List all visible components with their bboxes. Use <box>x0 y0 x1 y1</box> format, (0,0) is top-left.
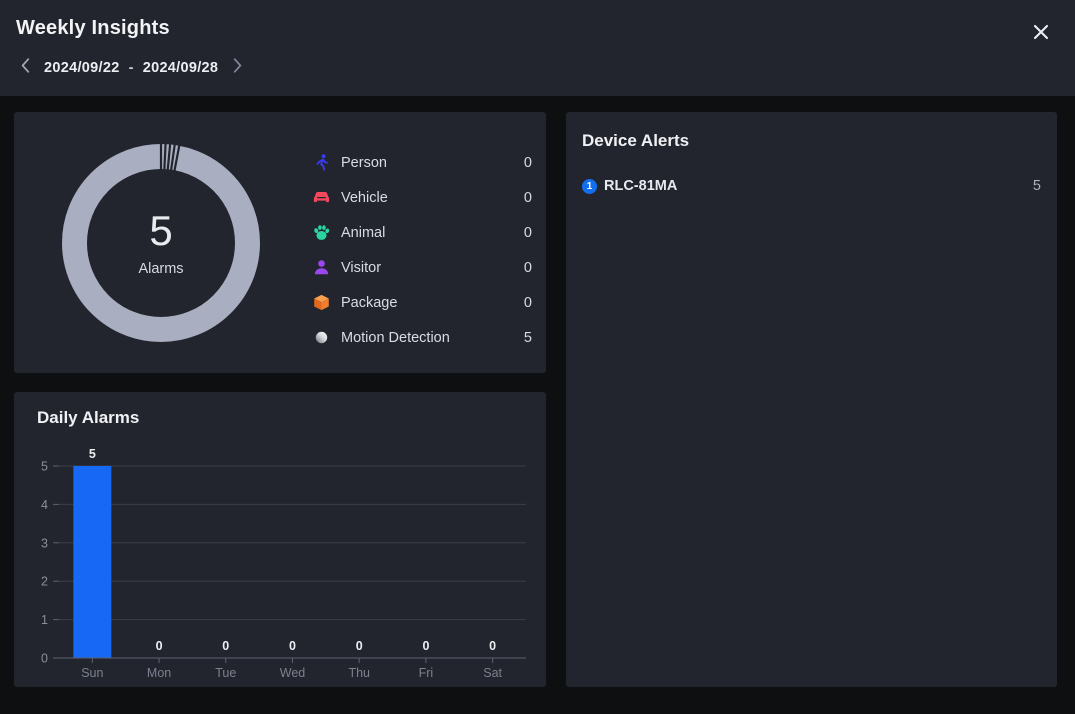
chart-gridlines <box>59 465 526 621</box>
svg-text:Wed: Wed <box>280 666 306 680</box>
svg-text:Mon: Mon <box>147 666 171 680</box>
svg-text:5: 5 <box>41 460 48 474</box>
legend-value: 0 <box>523 294 532 311</box>
legend-item-motion-detection[interactable]: Motion Detection 5 <box>310 320 532 355</box>
legend-item-person[interactable]: Person 0 <box>310 145 532 180</box>
svg-text:Sun: Sun <box>81 666 103 680</box>
chart-bars <box>73 466 112 658</box>
device-alerts-panel: Device Alerts 1 RLC-81MA 5 <box>566 112 1057 687</box>
page-title: Weekly Insights <box>16 17 170 39</box>
chart-y-tick-marks <box>53 465 59 659</box>
date-range-end: 2024/09/28 <box>142 60 219 76</box>
legend-label: Vehicle <box>341 189 388 206</box>
legend-value: 0 <box>523 224 532 241</box>
daily-alarms-panel: Daily Alarms 012345 5000000 Sun Mon Tue Wed… <box>14 392 546 687</box>
device-name-label: RLC-81MA <box>604 178 678 194</box>
svg-text:1: 1 <box>41 613 48 627</box>
svg-text:5: 5 <box>89 447 96 461</box>
motion-icon <box>310 327 332 349</box>
chart-bar-value-labels: 5 0 0 0 0 0 0 <box>89 447 496 653</box>
legend-label: Motion Detection <box>341 329 450 346</box>
legend-value: 0 <box>523 189 532 206</box>
device-alerts-title: Device Alerts <box>582 131 690 150</box>
svg-text:Fri: Fri <box>419 666 434 680</box>
donut-segment-motion-detection <box>62 144 260 342</box>
svg-text:0: 0 <box>289 639 296 653</box>
legend-label: Person <box>341 154 387 171</box>
next-week-button[interactable] <box>226 55 248 81</box>
svg-text:Sat: Sat <box>483 666 502 680</box>
daily-alarms-chart-svg: 0 1 2 3 4 5 5 0 0 0 0 0 0 Sun Mon Tue Wed Thu Fri Sat <box>41 447 526 680</box>
svg-text:2: 2 <box>41 575 48 589</box>
alarm-donut-chart[interactable]: 5 Alarms <box>48 130 274 356</box>
close-button[interactable] <box>1025 16 1057 48</box>
device-rank-badge: 1 <box>582 178 597 194</box>
alarm-type-legend: Person 0 Vehicle 0 Animal 0 Visitor 0 Pa… <box>310 145 532 355</box>
vehicle-icon <box>310 187 332 209</box>
animal-icon <box>310 222 332 244</box>
date-range-label[interactable]: 2024/09/22 - 2024/09/28 <box>36 60 226 76</box>
svg-text:0: 0 <box>356 639 363 653</box>
legend-item-visitor[interactable]: Visitor 0 <box>310 250 532 285</box>
alarm-overview-panel: 5 Alarms Person 0 Vehicle 0 Animal 0 Vis… <box>14 112 546 373</box>
close-icon <box>1031 22 1051 42</box>
legend-value: 5 <box>523 329 532 346</box>
svg-text:0: 0 <box>422 639 429 653</box>
svg-text:Thu: Thu <box>348 666 370 680</box>
chevron-left-icon <box>21 58 30 78</box>
legend-label: Animal <box>341 224 386 241</box>
chart-x-tick-labels: Sun Mon Tue Wed Thu Fri Sat <box>81 666 502 680</box>
date-range-start: 2024/09/22 <box>44 60 120 76</box>
legend-value: 0 <box>523 259 532 276</box>
legend-value: 0 <box>523 154 532 171</box>
legend-item-package[interactable]: Package 0 <box>310 285 532 320</box>
svg-text:0: 0 <box>156 639 163 653</box>
chart-x-tick-marks <box>91 658 494 663</box>
legend-item-vehicle[interactable]: Vehicle 0 <box>310 180 532 215</box>
svg-text:0: 0 <box>222 639 229 653</box>
device-alert-count: 5 <box>1032 178 1041 194</box>
chart-y-tick-labels: 0 1 2 3 4 5 <box>41 460 48 666</box>
donut-chart-svg <box>62 143 260 342</box>
date-range-navigator: 2024/09/22 - 2024/09/28 <box>14 55 248 81</box>
chevron-right-icon <box>233 58 242 78</box>
svg-text:Tue: Tue <box>215 666 236 680</box>
package-icon <box>310 292 332 314</box>
svg-text:0: 0 <box>41 652 48 666</box>
svg-text:0: 0 <box>489 639 496 653</box>
legend-label: Visitor <box>341 259 382 276</box>
device-alerts-list: 1 RLC-81MA 5 <box>582 172 1041 200</box>
device-alert-row[interactable]: 1 RLC-81MA 5 <box>582 172 1041 200</box>
person-icon <box>310 152 332 174</box>
daily-alarms-chart[interactable]: 0 1 2 3 4 5 5 0 0 0 0 0 0 Sun Mon Tue Wed Thu Fri Sat <box>14 392 546 687</box>
visitor-icon <box>310 257 332 279</box>
dialog-header: Weekly Insights 2024/09/22 - 2024/09/28 <box>0 0 1075 96</box>
date-range-separator: - <box>128 60 134 76</box>
svg-text:4: 4 <box>41 498 48 512</box>
legend-item-animal[interactable]: Animal 0 <box>310 215 532 250</box>
legend-label: Package <box>341 294 398 311</box>
svg-text:3: 3 <box>41 536 48 550</box>
previous-week-button[interactable] <box>14 55 36 81</box>
